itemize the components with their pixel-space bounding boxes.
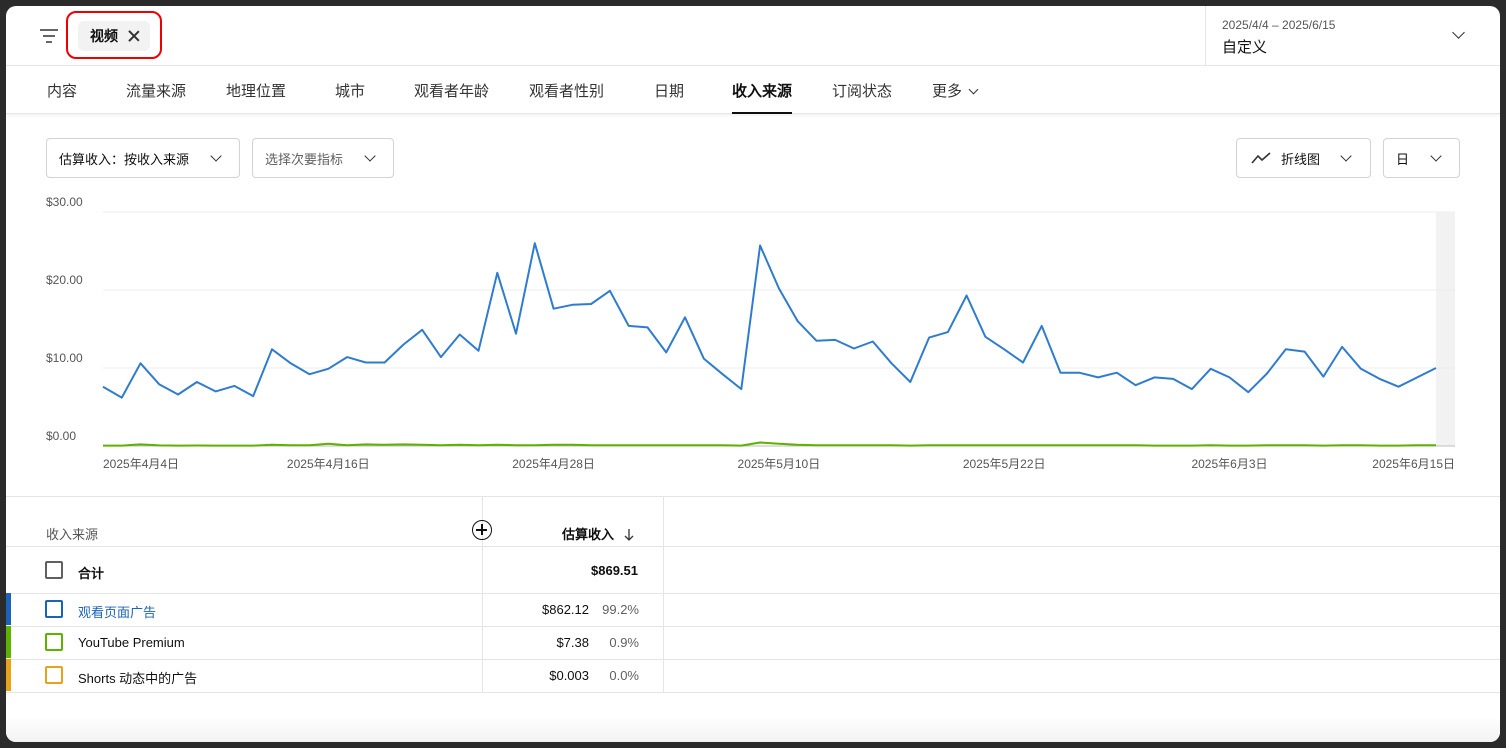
filter-chip[interactable]: 视频 <box>78 21 150 51</box>
series-color-bar <box>6 593 11 625</box>
tab-content[interactable]: 内容 <box>47 80 77 101</box>
tab-revenue-source[interactable]: 收入来源 <box>732 80 793 114</box>
tab-more[interactable]: 更多 <box>932 80 979 101</box>
tab-more-label: 更多 <box>932 83 963 100</box>
series-line[interactable] <box>103 441 1436 447</box>
row-checkbox[interactable] <box>45 600 63 618</box>
x-tick-label: 2025年4月16日 <box>287 457 370 471</box>
analytics-window: 视频 2025/4/4 – 2025/6/15 自定义 内容 流量来源 地理位置… <box>6 6 1500 742</box>
tab-traffic-source[interactable]: 流量来源 <box>126 80 186 101</box>
dimension-tabs: 内容 流量来源 地理位置 城市 观看者年龄 观看者性别 日期 收入来源 订阅状态… <box>6 66 1500 114</box>
y-tick-label: $20.00 <box>46 273 83 287</box>
bottom-fade <box>6 716 1500 742</box>
revenue-line-chart: $0.00 $10.00 $20.00 $30.00 2025年4月4日 2025年4月1… <box>46 196 1455 471</box>
row-label-watch-page-ads[interactable]: 观看页面广告 <box>78 602 156 621</box>
date-range-text: 2025/4/4 – 2025/6/15 <box>1222 18 1336 32</box>
filter-menu-icon[interactable] <box>38 27 60 45</box>
x-tick-label: 2025年6月3日 <box>1191 457 1267 471</box>
total-checkbox[interactable] <box>45 561 63 579</box>
chevron-down-icon <box>1452 26 1465 39</box>
divider <box>6 626 1500 627</box>
column-divider <box>663 496 664 692</box>
x-tick-label: 2025年5月22日 <box>963 457 1046 471</box>
line-chart-icon <box>1251 152 1271 164</box>
filter-chip-label: 视频 <box>90 28 118 44</box>
row-checkbox[interactable] <box>45 633 63 651</box>
row-percent: 0.0% <box>609 668 639 683</box>
metric-header[interactable]: 估算收入 <box>562 524 614 543</box>
granularity-label: 日 <box>1396 151 1410 167</box>
tab-subscription-status[interactable]: 订阅状态 <box>832 80 892 101</box>
tab-viewer-gender[interactable]: 观看者性别 <box>529 80 604 101</box>
series-color-bar <box>6 659 11 691</box>
primary-metric-select[interactable]: 估算收入：按收入来源 <box>46 138 240 178</box>
date-range-picker[interactable]: 2025/4/4 – 2025/6/15 自定义 <box>1205 6 1500 66</box>
y-tick-label: $0.00 <box>46 429 76 443</box>
dimension-header[interactable]: 收入来源 <box>46 524 98 543</box>
total-value: $869.51 <box>591 563 638 578</box>
tab-geography[interactable]: 地理位置 <box>226 80 286 101</box>
row-percent: 99.2% <box>602 602 639 617</box>
x-tick-label: 2025年4月4日 <box>103 457 179 471</box>
row-label-youtube-premium: YouTube Premium <box>78 635 185 650</box>
current-period-band <box>1436 212 1455 446</box>
secondary-metric-placeholder: 选择次要指标 <box>265 151 344 167</box>
date-range-label: 自定义 <box>1222 39 1268 56</box>
add-column-icon[interactable] <box>472 520 492 540</box>
chevron-down-icon <box>968 84 979 95</box>
chevron-down-icon <box>364 150 376 162</box>
total-label: 合计 <box>78 566 105 581</box>
row-value: $0.003 <box>549 668 589 683</box>
y-tick-label: $30.00 <box>46 196 83 209</box>
divider <box>6 659 1500 660</box>
row-label-shorts-feed-ads: Shorts 动态中的广告 <box>78 671 198 686</box>
divider <box>6 496 1500 497</box>
revenue-source-table: 收入来源 估算收入 合计 $869.51 观看页面广告 $862.12 99.2… <box>6 496 1500 742</box>
tab-viewer-age[interactable]: 观看者年龄 <box>414 80 489 101</box>
secondary-metric-select[interactable]: 选择次要指标 <box>252 138 394 178</box>
y-tick-label: $10.00 <box>46 351 83 365</box>
chevron-down-icon <box>1430 150 1442 162</box>
series-line[interactable] <box>102 242 1437 399</box>
chart-type-select[interactable]: 折线图 <box>1236 138 1371 178</box>
x-tick-label: 2025年5月10日 <box>738 457 821 471</box>
top-bar: 视频 2025/4/4 – 2025/6/15 自定义 <box>6 6 1500 66</box>
divider <box>6 692 1500 693</box>
row-value: $862.12 <box>542 602 589 617</box>
row-checkbox[interactable] <box>45 666 63 684</box>
close-icon[interactable] <box>128 30 140 42</box>
divider <box>6 593 1500 594</box>
tab-city[interactable]: 城市 <box>335 80 365 101</box>
primary-metric-label: 估算收入：按收入来源 <box>59 151 190 167</box>
tab-date[interactable]: 日期 <box>654 80 684 101</box>
series-color-bar <box>6 626 11 658</box>
row-value: $7.38 <box>556 635 589 650</box>
x-tick-label: 2025年4月28日 <box>512 457 595 471</box>
x-tick-label: 2025年6月15日 <box>1372 457 1455 471</box>
row-percent: 0.9% <box>609 635 639 650</box>
chevron-down-icon <box>210 150 222 162</box>
granularity-select[interactable]: 日 <box>1383 138 1460 178</box>
divider <box>6 546 1500 547</box>
chart-type-label: 折线图 <box>1281 151 1321 167</box>
sort-down-icon[interactable] <box>624 528 634 542</box>
chevron-down-icon <box>1340 150 1352 162</box>
